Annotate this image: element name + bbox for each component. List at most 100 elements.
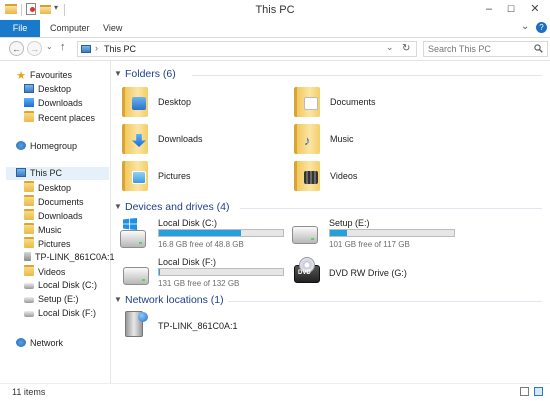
drive-tile-c[interactable]: Local Disk (C:) 16.8 GB free of 48.8 GB (120, 216, 295, 252)
disk-icon (24, 311, 34, 317)
downloads-folder-icon (122, 124, 148, 154)
nav-label: Videos (38, 267, 66, 277)
details-view-icon[interactable] (520, 387, 529, 396)
nav-fav-downloads[interactable]: Downloads (24, 97, 83, 110)
music-folder-icon: ♪ (294, 124, 320, 154)
window-title: This PC (255, 4, 295, 16)
title-bar: ▾ This PC – ☐ ✕ (0, 0, 550, 20)
recent-places-icon (24, 111, 34, 122)
refresh-icon[interactable]: ↻ (402, 43, 410, 54)
folder-label: Videos (330, 171, 358, 181)
nav-label: Recent places (38, 113, 96, 123)
nav-label: Downloads (38, 211, 83, 221)
drive-usage-fill (159, 230, 241, 236)
disk-icon (292, 226, 318, 244)
network-location-tile[interactable]: TP-LINK_861C0A:1 (120, 309, 320, 343)
breadcrumb-separator[interactable]: › (95, 43, 98, 53)
folder-icon (24, 265, 34, 276)
nav-pc-desktop[interactable]: Desktop (24, 181, 71, 194)
nav-label: Setup (E:) (38, 294, 79, 304)
drive-free-space: 101 GB free of 117 GB (329, 240, 410, 249)
folder-tile-downloads[interactable]: Downloads (122, 122, 282, 158)
nav-label: Pictures (38, 239, 71, 249)
folder-label: Music (330, 134, 354, 144)
section-title-network[interactable]: Network locations (1) (125, 294, 224, 306)
search-icon[interactable] (534, 44, 543, 53)
folder-label: Documents (330, 97, 376, 107)
drive-free-space: 16.8 GB free of 48.8 GB (158, 240, 244, 249)
minimize-button[interactable]: – (478, 2, 500, 16)
folder-label: Pictures (158, 171, 191, 181)
tab-computer[interactable]: Computer (50, 20, 90, 37)
nav-pc-local-disk-c[interactable]: Local Disk (C:) (24, 279, 97, 292)
back-button[interactable]: ← (9, 41, 24, 56)
nav-pc-music[interactable]: Music (24, 223, 62, 236)
downloads-icon (24, 98, 34, 107)
nav-pc-pictures[interactable]: Pictures (24, 237, 71, 250)
disk-icon (24, 297, 34, 303)
up-button[interactable]: ↑ (60, 41, 66, 53)
windows-logo-icon (123, 218, 137, 230)
network-globe-icon (138, 312, 148, 322)
nav-this-pc[interactable]: This PC (6, 167, 109, 180)
nav-homegroup[interactable]: Homegroup (16, 140, 77, 153)
section-title-folders[interactable]: Folders (6) (125, 68, 176, 80)
section-collapse-chevron-icon[interactable]: ▼ (114, 202, 122, 211)
folder-tile-documents[interactable]: Documents (294, 85, 454, 121)
folder-icon (24, 195, 34, 206)
drive-label: Local Disk (C:) (158, 218, 218, 228)
folder-tile-pictures[interactable]: Pictures (122, 159, 282, 195)
nav-label: Desktop (38, 183, 72, 193)
drive-tile-e[interactable]: Setup (E:) 101 GB free of 117 GB (292, 216, 467, 252)
nav-pc-setup-e[interactable]: Setup (E:) (24, 293, 79, 306)
nav-pc-downloads[interactable]: Downloads (24, 209, 83, 222)
nav-fav-recent-places[interactable]: Recent places (24, 111, 95, 124)
folder-label: Downloads (158, 134, 203, 144)
nav-label: Local Disk (C:) (38, 280, 98, 290)
maximize-button[interactable]: ☐ (500, 2, 522, 16)
status-bar: 11 items (0, 383, 550, 401)
tab-file[interactable]: File (0, 20, 40, 37)
nav-pc-tplink[interactable]: TP-LINK_861C0A:1 (24, 251, 115, 264)
breadcrumb-this-pc[interactable]: This PC (104, 44, 136, 54)
search-box[interactable] (423, 41, 548, 57)
drive-usage-bar (158, 268, 284, 276)
nav-pc-documents[interactable]: Documents (24, 195, 84, 208)
tab-view[interactable]: View (103, 20, 122, 37)
forward-button[interactable]: → (27, 41, 42, 56)
documents-folder-icon (294, 87, 320, 117)
nav-label: Downloads (38, 98, 83, 108)
nav-favourites[interactable]: ★ Favourites (16, 69, 72, 82)
drive-usage-bar (158, 229, 284, 237)
nav-network[interactable]: Network (16, 337, 63, 350)
folder-icon (24, 223, 34, 234)
nav-favourites-label: Favourites (30, 70, 73, 80)
large-icons-view-icon[interactable] (534, 387, 543, 396)
folder-tile-desktop[interactable]: Desktop (122, 85, 282, 121)
folder-tile-videos[interactable]: Videos (294, 159, 454, 195)
nav-pc-videos[interactable]: Videos (24, 265, 65, 278)
recent-locations-chevron-icon[interactable]: ⌄ (46, 42, 53, 51)
ribbon-expand-chevron-icon[interactable]: ⌄ (521, 21, 529, 32)
folder-icon (24, 237, 34, 248)
nav-network-label: Network (30, 338, 64, 348)
nav-this-pc-label: This PC (30, 168, 63, 178)
folder-tile-music[interactable]: ♪ Music (294, 122, 454, 158)
disk-icon (120, 230, 146, 248)
search-input[interactable] (424, 42, 533, 56)
close-button[interactable]: ✕ (524, 2, 546, 16)
drive-tile-g[interactable]: DVD DVD RW Drive (G:) (292, 255, 467, 291)
network-icon (16, 338, 26, 347)
address-dropdown-chevron-icon[interactable]: ⌄ (386, 42, 394, 53)
help-icon[interactable]: ? (536, 22, 547, 33)
this-pc-icon (81, 45, 91, 53)
folder-icon (24, 209, 34, 220)
drive-tile-f[interactable]: Local Disk (F:) 131 GB free of 132 GB (120, 255, 295, 291)
section-collapse-chevron-icon[interactable]: ▼ (114, 295, 122, 304)
section-collapse-chevron-icon[interactable]: ▼ (114, 69, 122, 78)
nav-pc-local-disk-f[interactable]: Local Disk (F:) (24, 307, 96, 320)
nav-fav-desktop[interactable]: Desktop (24, 83, 71, 96)
disk-icon (24, 283, 34, 289)
section-title-drives[interactable]: Devices and drives (4) (125, 201, 229, 213)
address-bar[interactable]: › This PC ⌄ ↻ (77, 41, 417, 57)
